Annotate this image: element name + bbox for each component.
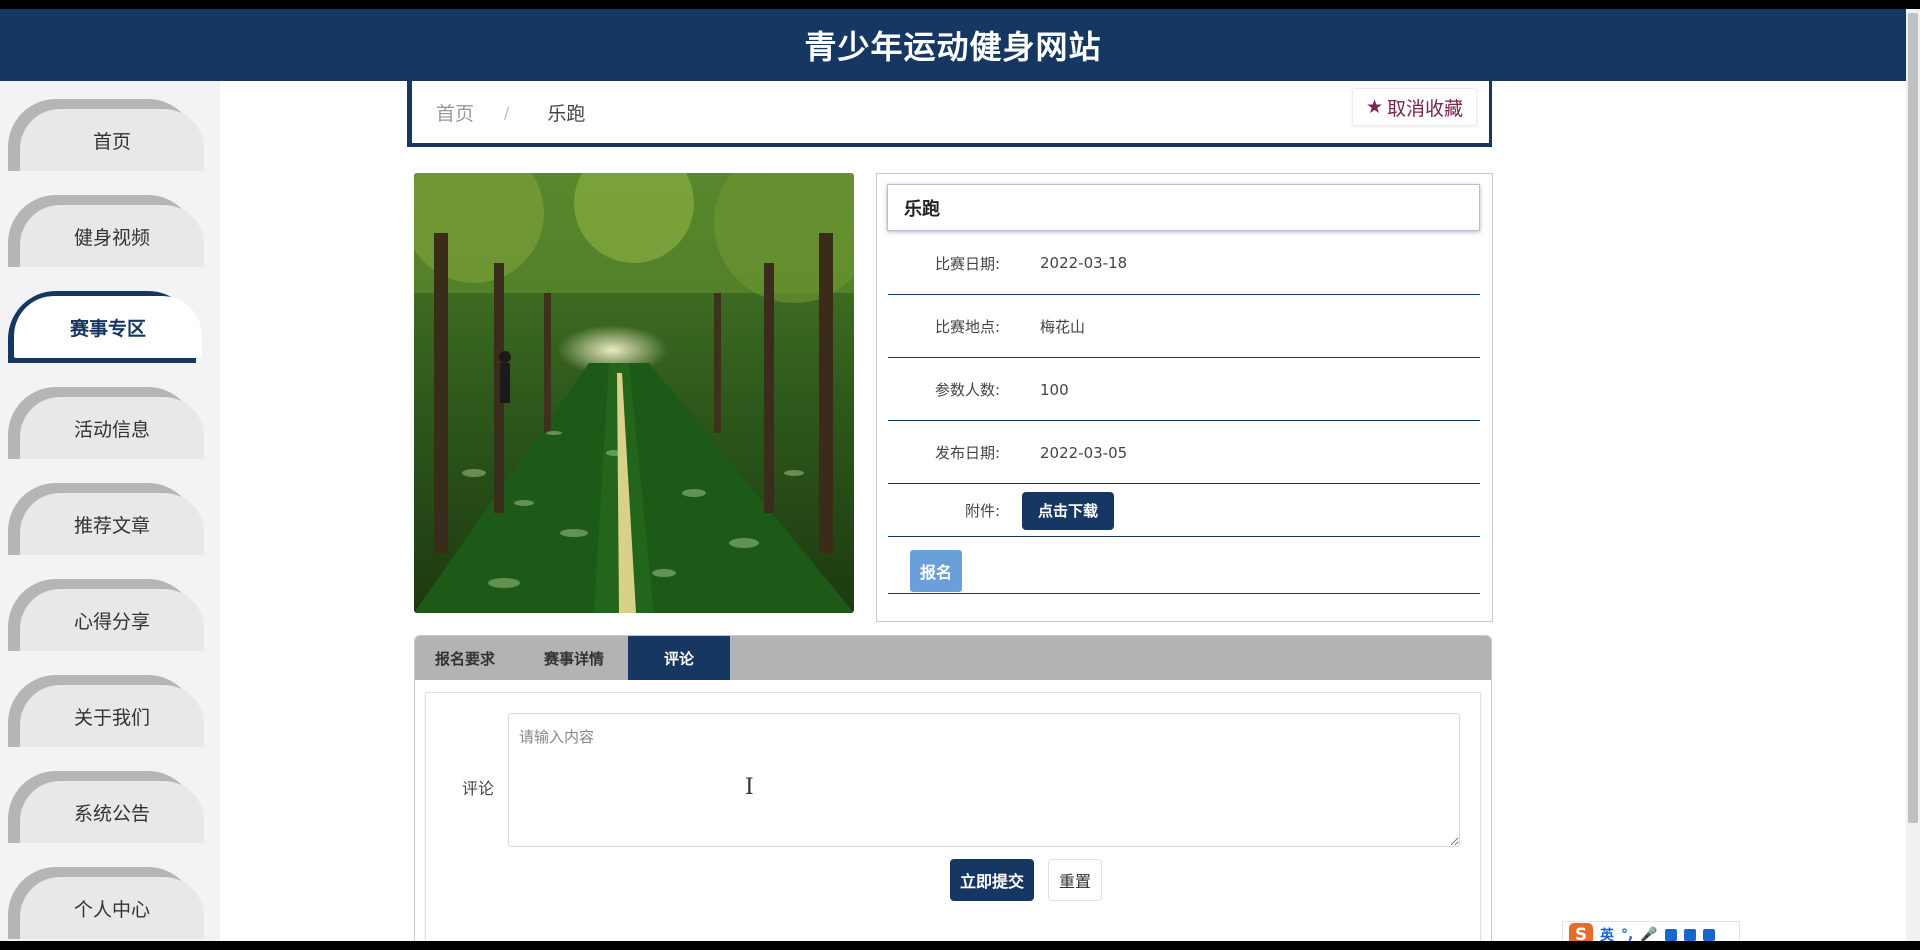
browser-viewport: 青少年运动健身网站 首页 健身视频 赛事专区 活动信息 推荐文章 心得分享 关于… [0, 0, 1920, 950]
sidebar-item-about[interactable]: 关于我们 [8, 675, 204, 747]
sidebar-item-sharing[interactable]: 心得分享 [8, 579, 204, 651]
sidebar-item-fitness-video[interactable]: 健身视频 [8, 195, 204, 267]
ime-punctuation-icon[interactable]: °, [1621, 927, 1633, 941]
download-button[interactable]: 点击下载 [1022, 491, 1115, 530]
reset-button[interactable]: 重置 [1048, 859, 1102, 901]
ime-mode-label[interactable]: 英 [1600, 925, 1614, 941]
keyboard-icon[interactable] [1664, 929, 1677, 941]
info-value: 梅花山 [1040, 318, 1086, 336]
info-label: 比赛日期: [934, 254, 1000, 273]
info-label: 参数人数: [934, 381, 1000, 399]
sidebar-item-label: 系统公告 [20, 781, 204, 843]
submit-button[interactable]: 立即提交 [950, 859, 1034, 901]
breadcrumb: 首页 / 乐跑 ★ 取消收藏 [407, 81, 1492, 147]
scrollbar-thumb[interactable] [1908, 13, 1918, 823]
event-title: 乐跑 [887, 184, 1480, 231]
toolbox-icon[interactable] [1702, 929, 1715, 941]
text-cursor-icon: I [745, 775, 754, 800]
info-value: 2022-03-05 [1040, 443, 1128, 462]
tabs-container: 报名要求 赛事详情 评论 评论 立即提交 重置 [414, 635, 1492, 941]
breadcrumb-current: 乐跑 [547, 102, 586, 125]
comment-form: 评论 立即提交 重置 [425, 692, 1481, 941]
unfavorite-button[interactable]: ★ 取消收藏 [1351, 88, 1477, 126]
breadcrumb-separator: / [504, 102, 510, 122]
sidebar-item-profile[interactable]: 个人中心 [8, 867, 204, 939]
info-row-signup [888, 538, 1480, 594]
ime-toolbar[interactable]: S 英 °, 🎤 [1562, 921, 1740, 941]
info-row-attachment: 附件: 点击下载 [888, 485, 1480, 537]
sidebar-item-activities[interactable]: 活动信息 [8, 387, 204, 459]
event-info-panel: 乐跑 比赛日期: 2022-03-18 比赛地点: 梅花山 参数人数: 100 … [876, 173, 1493, 622]
event-photo [414, 173, 854, 613]
sidebar: 首页 健身视频 赛事专区 活动信息 推荐文章 心得分享 关于我们 系统公告 个人… [0, 81, 220, 941]
info-row-participants: 参数人数: 100 [888, 359, 1480, 421]
page: 青少年运动健身网站 首页 健身视频 赛事专区 活动信息 推荐文章 心得分享 关于… [0, 9, 1906, 941]
info-row-date: 比赛日期: 2022-03-18 [888, 232, 1480, 295]
sogou-logo-icon: S [1569, 923, 1593, 941]
site-title: 青少年运动健身网站 [804, 28, 1102, 66]
site-header: 青少年运动健身网站 [0, 9, 1906, 81]
comment-input[interactable] [508, 713, 1460, 847]
breadcrumb-home-link[interactable]: 首页 [436, 99, 474, 126]
info-value: 100 [1040, 380, 1069, 399]
sidebar-item-announcements[interactable]: 系统公告 [8, 771, 204, 843]
unfavorite-label: 取消收藏 [1386, 97, 1463, 120]
sidebar-item-articles[interactable]: 推荐文章 [8, 483, 204, 555]
signup-button[interactable]: 报名 [910, 550, 962, 592]
sidebar-item-events[interactable]: 赛事专区 [8, 291, 204, 363]
vertical-scrollbar[interactable] [1906, 9, 1920, 941]
sidebar-item-label: 关于我们 [20, 685, 204, 747]
tree-lined-road-image [414, 173, 854, 613]
sidebar-item-label: 心得分享 [20, 589, 204, 651]
sidebar-item-label: 首页 [20, 109, 204, 171]
sidebar-item-label: 健身视频 [20, 205, 204, 267]
microphone-icon[interactable]: 🎤 [1640, 927, 1657, 941]
info-label: 附件: [964, 502, 1000, 520]
comment-label: 评论 [462, 779, 495, 798]
info-row-publish-date: 发布日期: 2022-03-05 [888, 422, 1480, 484]
skin-icon[interactable] [1683, 929, 1696, 941]
info-value: 2022-03-18 [1040, 254, 1128, 272]
tab-bar: 报名要求 赛事详情 评论 [415, 636, 1491, 680]
sidebar-item-label: 个人中心 [20, 877, 204, 939]
sidebar-item-home[interactable]: 首页 [8, 99, 204, 171]
info-label: 发布日期: [934, 444, 1000, 462]
tab-requirements[interactable]: 报名要求 [415, 636, 515, 680]
star-icon: ★ [1365, 96, 1383, 118]
info-row-location: 比赛地点: 梅花山 [888, 296, 1480, 358]
sidebar-item-label: 赛事专区 [14, 296, 202, 358]
sidebar-item-label: 推荐文章 [20, 493, 204, 555]
info-label: 比赛地点: [934, 318, 1000, 336]
tab-event-details[interactable]: 赛事详情 [515, 636, 633, 680]
sidebar-item-label: 活动信息 [20, 397, 204, 459]
tab-comments[interactable]: 评论 [628, 636, 730, 680]
